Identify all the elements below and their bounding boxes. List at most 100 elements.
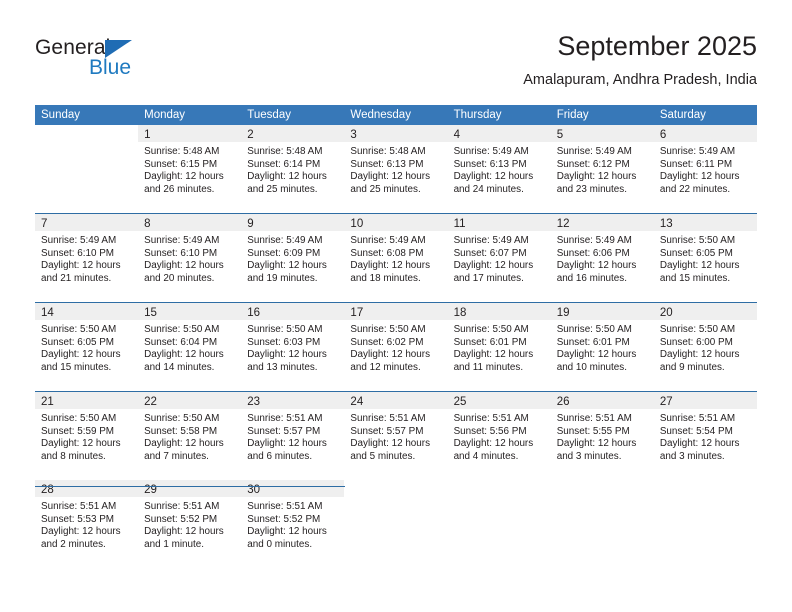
general-blue-logo[interactable]: General Blue [35, 36, 215, 84]
day-cell[interactable]: 27 Sunrise: 5:51 AM Sunset: 5:54 PM Dayl… [653, 392, 757, 480]
day-cell[interactable]: 8 Sunrise: 5:49 AM Sunset: 6:10 PM Dayli… [138, 214, 242, 302]
daylight-text-line2: and 19 minutes. [247, 272, 318, 284]
daylight-text-line2: and 15 minutes. [41, 361, 112, 373]
day-info [654, 497, 757, 501]
day-cell[interactable]: 14 Sunrise: 5:50 AM Sunset: 6:05 PM Dayl… [35, 303, 139, 391]
weekday-header-tuesday: Tuesday [247, 109, 291, 121]
day-cell[interactable]: 12 Sunrise: 5:49 AM Sunset: 6:06 PM Dayl… [550, 214, 654, 302]
day-cell[interactable]: 2 Sunrise: 5:48 AM Sunset: 6:14 PM Dayli… [241, 125, 345, 213]
day-cell[interactable]: 29 Sunrise: 5:51 AM Sunset: 5:52 PM Dayl… [138, 480, 242, 568]
day-cell[interactable]: 11 Sunrise: 5:49 AM Sunset: 6:07 PM Dayl… [447, 214, 551, 302]
daylight-text-line2: and 12 minutes. [350, 361, 421, 373]
sunset-text: Sunset: 5:56 PM [453, 425, 527, 437]
sunrise-text: Sunrise: 5:49 AM [659, 146, 736, 157]
day-number-band: 22 [138, 392, 242, 409]
sunrise-text: Sunrise: 5:51 AM [556, 413, 632, 424]
day-cell[interactable]: 30 Sunrise: 5:51 AM Sunset: 5:52 PM Dayl… [241, 480, 345, 568]
sunrise-text: Sunrise: 5:50 AM [659, 324, 736, 335]
day-number: 1 [144, 129, 151, 141]
daylight-text-line1: Daylight: 12 hours [247, 349, 327, 361]
day-cell[interactable]: 26 Sunrise: 5:51 AM Sunset: 5:55 PM Dayl… [550, 392, 654, 480]
daylight-text-line2: and 17 minutes. [453, 272, 524, 284]
sunrise-text: Sunrise: 5:49 AM [247, 235, 323, 246]
day-cell[interactable]: 5 Sunrise: 5:49 AM Sunset: 6:12 PM Dayli… [550, 125, 654, 213]
day-number-band: 27 [653, 392, 757, 409]
daylight-text-line1: Daylight: 12 hours [247, 438, 327, 450]
day-cell[interactable]: 1 Sunrise: 5:48 AM Sunset: 6:15 PM Dayli… [138, 125, 242, 213]
week-row: 14 Sunrise: 5:50 AM Sunset: 6:05 PM Dayl… [35, 302, 757, 391]
day-number-band: 26 [550, 392, 654, 409]
sunset-text: Sunset: 6:01 PM [556, 336, 630, 348]
day-cell[interactable]: 19 Sunrise: 5:50 AM Sunset: 6:01 PM Dayl… [550, 303, 654, 391]
daylight-text-line1: Daylight: 12 hours [350, 171, 431, 183]
daylight-text-line2: and 18 minutes. [350, 272, 421, 284]
day-number: 21 [41, 396, 54, 408]
day-info: Sunrise: 5:50 AM Sunset: 6:04 PM Dayligh… [138, 320, 241, 374]
day-cell[interactable]: 13 Sunrise: 5:50 AM Sunset: 6:05 PM Dayl… [653, 214, 757, 302]
day-cell[interactable]: 6 Sunrise: 5:49 AM Sunset: 6:11 PM Dayli… [653, 125, 757, 213]
sunset-text: Sunset: 5:54 PM [659, 425, 733, 437]
sunset-text: Sunset: 5:53 PM [41, 513, 115, 525]
day-number-band: 28 [35, 480, 139, 497]
day-info: Sunrise: 5:48 AM Sunset: 6:15 PM Dayligh… [138, 142, 241, 196]
day-cell[interactable] [344, 480, 448, 568]
daylight-text-line1: Daylight: 12 hours [41, 260, 121, 272]
day-number: 11 [453, 218, 466, 230]
sunset-text: Sunset: 6:15 PM [144, 158, 218, 170]
day-cell[interactable]: 24 Sunrise: 5:51 AM Sunset: 5:57 PM Dayl… [344, 392, 448, 480]
sunset-text: Sunset: 6:10 PM [41, 247, 115, 259]
daylight-text-line2: and 7 minutes. [144, 450, 209, 462]
day-cell[interactable]: 28 Sunrise: 5:51 AM Sunset: 5:53 PM Dayl… [35, 480, 139, 568]
sunrise-text: Sunrise: 5:49 AM [41, 235, 117, 246]
day-cell[interactable]: 22 Sunrise: 5:50 AM Sunset: 5:58 PM Dayl… [138, 392, 242, 480]
day-cell[interactable]: 17 Sunrise: 5:50 AM Sunset: 6:02 PM Dayl… [344, 303, 448, 391]
daylight-text-line2: and 5 minutes. [350, 450, 416, 462]
day-number-band: 17 [344, 303, 448, 320]
day-cell[interactable] [447, 480, 551, 568]
sunrise-text: Sunrise: 5:49 AM [453, 235, 529, 246]
day-cell[interactable] [550, 480, 654, 568]
day-cell[interactable]: 10 Sunrise: 5:49 AM Sunset: 6:08 PM Dayl… [344, 214, 448, 302]
daylight-text-line2: and 10 minutes. [556, 361, 627, 373]
sunset-text: Sunset: 5:58 PM [144, 425, 218, 437]
day-cell[interactable]: 18 Sunrise: 5:50 AM Sunset: 6:01 PM Dayl… [447, 303, 551, 391]
sunset-text: Sunset: 6:05 PM [659, 247, 733, 259]
day-number-band: 1 [138, 125, 242, 142]
day-number: 8 [144, 218, 151, 230]
sunset-text: Sunset: 6:13 PM [453, 158, 527, 170]
sunrise-text: Sunrise: 5:50 AM [556, 324, 632, 335]
day-cell[interactable] [653, 480, 757, 568]
day-cell[interactable]: 16 Sunrise: 5:50 AM Sunset: 6:03 PM Dayl… [241, 303, 345, 391]
day-cell[interactable]: 21 Sunrise: 5:50 AM Sunset: 5:59 PM Dayl… [35, 392, 139, 480]
day-cell[interactable] [35, 125, 139, 213]
day-info [344, 497, 447, 501]
day-number-band: 21 [35, 392, 139, 409]
day-info: Sunrise: 5:51 AM Sunset: 5:54 PM Dayligh… [654, 409, 757, 463]
day-number-band: 18 [447, 303, 551, 320]
day-number-band [551, 480, 654, 497]
day-number: 22 [144, 396, 157, 408]
day-cell[interactable]: 23 Sunrise: 5:51 AM Sunset: 5:57 PM Dayl… [241, 392, 345, 480]
day-cell[interactable]: 15 Sunrise: 5:50 AM Sunset: 6:04 PM Dayl… [138, 303, 242, 391]
daylight-text-line2: and 6 minutes. [247, 450, 313, 462]
day-number: 17 [350, 307, 364, 319]
daylight-text-line2: and 26 minutes. [144, 183, 215, 195]
day-cell[interactable]: 3 Sunrise: 5:48 AM Sunset: 6:13 PM Dayli… [344, 125, 448, 213]
daylight-text-line2: and 23 minutes. [556, 183, 627, 195]
day-cell[interactable]: 4 Sunrise: 5:49 AM Sunset: 6:13 PM Dayli… [447, 125, 551, 213]
weekday-header-saturday: Saturday [659, 109, 706, 121]
daylight-text-line1: Daylight: 12 hours [350, 260, 431, 272]
day-number: 16 [247, 307, 261, 319]
day-cell[interactable]: 7 Sunrise: 5:49 AM Sunset: 6:10 PM Dayli… [35, 214, 139, 302]
day-number-band: 10 [344, 214, 448, 231]
day-number-band: 6 [653, 125, 757, 142]
daylight-text-line1: Daylight: 12 hours [659, 171, 740, 183]
day-cell[interactable]: 20 Sunrise: 5:50 AM Sunset: 6:00 PM Dayl… [653, 303, 757, 391]
day-cell[interactable]: 25 Sunrise: 5:51 AM Sunset: 5:56 PM Dayl… [447, 392, 551, 480]
sunset-text: Sunset: 6:00 PM [659, 336, 733, 348]
day-cell[interactable]: 9 Sunrise: 5:49 AM Sunset: 6:09 PM Dayli… [241, 214, 345, 302]
title-block: September 2025 Amalapuram, Andhra Prades… [523, 30, 757, 90]
sunrise-text: Sunrise: 5:51 AM [453, 413, 529, 424]
daylight-text-line1: Daylight: 12 hours [144, 260, 224, 272]
daylight-text-line2: and 9 minutes. [659, 361, 725, 373]
